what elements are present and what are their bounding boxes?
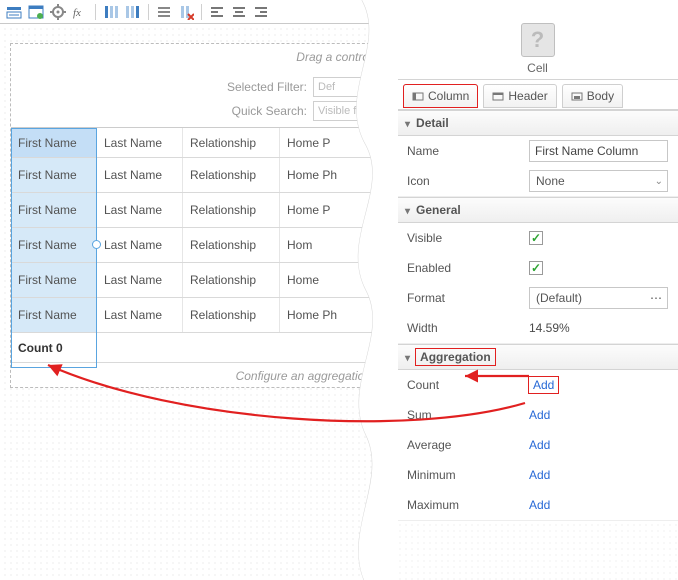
field-label-icon: Icon	[407, 174, 529, 188]
toolbar-align-left-icon[interactable]	[207, 2, 227, 22]
agg-add-minimum[interactable]: Add	[529, 468, 550, 482]
tab-column[interactable]: Column	[403, 84, 478, 108]
inspector-header: ? Cell	[397, 0, 678, 80]
field-label-enabled: Enabled	[407, 261, 529, 275]
toolbar-form-icon[interactable]	[26, 2, 46, 22]
col-header-homephone[interactable]: Home P	[280, 128, 379, 157]
section-aggregation: ▾ Aggregation Count Add Sum Add Average …	[397, 344, 678, 521]
grid-row: First Name Last Name Relationship Hom	[11, 228, 379, 263]
chevron-down-icon: ▾	[405, 353, 410, 364]
section-title: Detail	[416, 116, 449, 130]
inspector-tabs: Column Header Body	[397, 80, 678, 110]
tab-icon	[412, 90, 424, 102]
filter-bar: Selected Filter: Quick Search:	[11, 70, 379, 128]
icon-dropdown[interactable]: None ⌄	[529, 170, 668, 192]
column-resize-handle[interactable]	[92, 240, 101, 249]
visible-checkbox[interactable]: ✓	[529, 231, 543, 245]
agg-add-maximum[interactable]: Add	[529, 498, 550, 512]
agg-label-minimum: Minimum	[407, 468, 529, 482]
combo-value: (Default)	[536, 291, 582, 305]
section-header-aggregation[interactable]: ▾ Aggregation	[397, 344, 678, 370]
combo-value: None	[536, 174, 565, 188]
design-surface: fx Drag a contro Selected F	[0, 0, 392, 580]
drag-hint-text: Drag a contro	[11, 44, 379, 70]
col-header-relationship[interactable]: Relationship	[183, 128, 280, 157]
quick-search-input[interactable]	[313, 101, 373, 121]
inspector-title: Cell	[527, 61, 548, 75]
field-label-visible: Visible	[407, 231, 529, 245]
toolbar-insert-col-right-icon[interactable]	[123, 2, 143, 22]
help-icon[interactable]: ?	[521, 23, 555, 57]
quick-search-label: Quick Search:	[232, 104, 307, 118]
agg-add-sum[interactable]: Add	[529, 408, 550, 422]
tab-icon	[492, 90, 504, 102]
col-header-firstname[interactable]: First Name	[11, 128, 97, 157]
grid-row: First Name Last Name Relationship Home P…	[11, 298, 379, 333]
width-value: 14.59%	[529, 321, 570, 335]
view-canvas[interactable]: Drag a contro Selected Filter: Quick Sea…	[10, 43, 380, 388]
field-label-width: Width	[407, 321, 529, 335]
chevron-down-icon: ▾	[405, 206, 410, 217]
section-header-detail[interactable]: ▾ Detail	[397, 110, 678, 136]
toolbar-insert-col-left-icon[interactable]	[101, 2, 121, 22]
svg-text:fx: fx	[73, 7, 81, 19]
toolbar-align-right-icon[interactable]	[251, 2, 271, 22]
grid-row: First Name Last Name Relationship Home P…	[11, 158, 379, 193]
tab-header[interactable]: Header	[483, 84, 556, 108]
ellipsis-icon: ⋯	[650, 291, 663, 305]
agg-label-sum: Sum	[407, 408, 529, 422]
agg-label-maximum: Maximum	[407, 498, 529, 512]
grid-header-row: First Name Last Name Relationship Home P	[11, 128, 379, 158]
tab-icon	[571, 90, 583, 102]
tab-label: Body	[587, 89, 614, 103]
chevron-down-icon: ⌄	[655, 176, 663, 187]
grid-preview: First Name Last Name Relationship Home P…	[11, 128, 379, 388]
grid-row: First Name Last Name Relationship Home P	[11, 193, 379, 228]
agg-add-average[interactable]: Add	[529, 438, 550, 452]
format-picker[interactable]: (Default) ⋯	[529, 287, 668, 309]
toolbar: fx	[0, 0, 392, 24]
toolbar-delete-col-icon[interactable]	[176, 2, 196, 22]
section-detail: ▾ Detail Name Icon None ⌄	[397, 110, 678, 197]
name-input[interactable]	[529, 140, 668, 162]
toolbar-align-center-icon[interactable]	[229, 2, 249, 22]
section-header-general[interactable]: ▾ General	[397, 197, 678, 223]
chevron-down-icon: ▾	[405, 119, 410, 130]
toolbar-rows-icon[interactable]	[154, 2, 174, 22]
tab-body[interactable]: Body	[562, 84, 623, 108]
selected-filter-input[interactable]	[313, 77, 373, 97]
tab-label: Header	[508, 89, 547, 103]
col-header-lastname[interactable]: Last Name	[97, 128, 183, 157]
agg-label-count: Count	[407, 378, 529, 392]
toolbar-fx-icon[interactable]: fx	[70, 2, 90, 22]
section-general: ▾ General Visible ✓ Enabled ✓ Format (De…	[397, 197, 678, 344]
toolbar-settings-icon[interactable]	[48, 2, 68, 22]
aggregation-summary: Count 0	[11, 333, 379, 363]
tab-label: Column	[428, 89, 469, 103]
toolbar-data-source-icon[interactable]	[4, 2, 24, 22]
field-label-format: Format	[407, 291, 529, 305]
field-label-name: Name	[407, 144, 529, 158]
configure-aggregation-hint: Configure an aggregation	[11, 363, 379, 388]
grid-row: First Name Last Name Relationship Home	[11, 263, 379, 298]
enabled-checkbox[interactable]: ✓	[529, 261, 543, 275]
section-title: Aggregation	[416, 349, 495, 365]
agg-add-count[interactable]: Add	[529, 377, 558, 393]
selected-filter-label: Selected Filter:	[227, 80, 307, 94]
section-title: General	[416, 203, 461, 217]
agg-label-average: Average	[407, 438, 529, 452]
properties-panel: ? Cell Column Header Body ▾ Detail	[396, 0, 678, 580]
